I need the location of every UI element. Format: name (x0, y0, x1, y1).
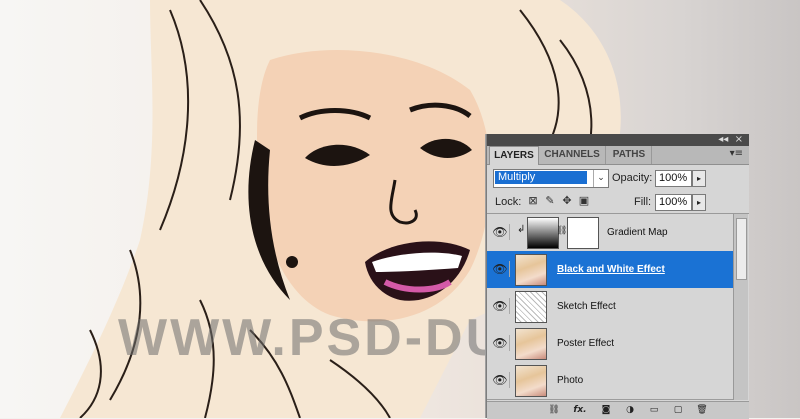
close-icon[interactable]: × (735, 134, 743, 145)
lock-image-pixels-icon[interactable]: ✎ (544, 195, 556, 207)
scrollbar-thumb[interactable] (736, 218, 747, 280)
new-layer-icon[interactable]: ▢ (671, 404, 685, 416)
layer-mask-thumbnail[interactable] (567, 217, 599, 249)
fx-icon[interactable]: fx. (573, 404, 587, 416)
layer-name[interactable]: Sketch Effect (557, 300, 616, 313)
trash-icon[interactable]: 🗑 (695, 404, 709, 416)
eye-icon[interactable]: 👁 (491, 298, 510, 314)
layer-thumbnail[interactable] (515, 328, 547, 360)
blend-mode-select[interactable]: Multiply ⌄ (493, 169, 609, 188)
layers-list: 👁 ↲ ⛓ Gradient Map 👁 Black and White Eff… (487, 214, 733, 400)
lock-label: Lock: (495, 196, 522, 208)
eye-icon[interactable]: 👁 (491, 335, 510, 351)
clipping-arrow-icon: ↲ (517, 224, 526, 235)
layer-row-photo[interactable]: 👁 Photo (487, 362, 733, 400)
tab-layers[interactable]: LAYERS (489, 146, 539, 165)
tab-channels[interactable]: CHANNELS (539, 146, 606, 164)
layer-row-sketch-effect[interactable]: 👁 Sketch Effect (487, 288, 733, 326)
eye-icon[interactable]: 👁 (491, 372, 510, 388)
chevron-down-icon: ⌄ (593, 170, 608, 187)
panel-menu-icon[interactable]: ▾≡ (730, 148, 743, 159)
layer-thumbnail[interactable] (515, 254, 547, 286)
lock-transparent-pixels-icon[interactable]: ⊠ (527, 195, 539, 207)
opacity-flyout-arrow-icon[interactable]: ▸ (692, 170, 706, 187)
layers-scrollbar[interactable] (733, 214, 748, 400)
layer-thumbnail[interactable] (515, 291, 547, 323)
layer-name[interactable]: Gradient Map (607, 226, 668, 239)
lock-row: Lock: ⊠ ✎ ✥ ▣ Fill: 100% ▸ (487, 191, 749, 214)
new-group-icon[interactable]: ▭ (647, 404, 661, 416)
link-icon[interactable]: ⛓ (556, 226, 567, 236)
fill-field[interactable]: 100% (655, 194, 692, 211)
layer-name[interactable]: Poster Effect (557, 337, 614, 350)
eye-icon[interactable]: 👁 (491, 261, 510, 277)
adjustment-layer-icon[interactable]: ◑ (623, 404, 637, 416)
eye-icon[interactable]: 👁 (491, 224, 510, 240)
layer-row-black-and-white-effect[interactable]: 👁 Black and White Effect (487, 251, 733, 289)
collapse-icon[interactable]: ◂◂ (718, 134, 728, 145)
fill-label: Fill: (634, 196, 652, 208)
panel-titlebar: ◂◂ × (487, 134, 749, 146)
lock-all-icon[interactable]: ▣ (578, 195, 590, 207)
layer-row-gradient-map[interactable]: 👁 ↲ ⛓ Gradient Map (487, 214, 733, 252)
layer-name[interactable]: Black and White Effect (557, 263, 665, 276)
blend-options-row: Multiply ⌄ Opacity: 100% ▸ (487, 165, 749, 191)
layers-bottom-toolbar: ⛓ fx. ◙ ◑ ▭ ▢ 🗑 (487, 401, 749, 419)
layers-panel: ◂◂ × LAYERS CHANNELS PATHS ▾≡ Multiply ⌄… (486, 134, 749, 419)
tab-paths[interactable]: PATHS (607, 146, 652, 164)
opacity-field[interactable]: 100% (655, 170, 692, 187)
lock-position-icon[interactable]: ✥ (561, 195, 573, 207)
layer-thumbnail[interactable] (515, 365, 547, 397)
adjustment-thumbnail[interactable] (527, 217, 559, 249)
fill-flyout-arrow-icon[interactable]: ▸ (692, 194, 706, 211)
opacity-label: Opacity: (612, 172, 653, 184)
link-layers-icon[interactable]: ⛓ (547, 404, 561, 416)
layer-row-poster-effect[interactable]: 👁 Poster Effect (487, 325, 733, 363)
blend-mode-value: Multiply (495, 171, 587, 184)
layer-name[interactable]: Photo (557, 374, 583, 387)
panel-tabs: LAYERS CHANNELS PATHS ▾≡ (487, 146, 749, 165)
add-mask-icon[interactable]: ◙ (599, 404, 613, 416)
